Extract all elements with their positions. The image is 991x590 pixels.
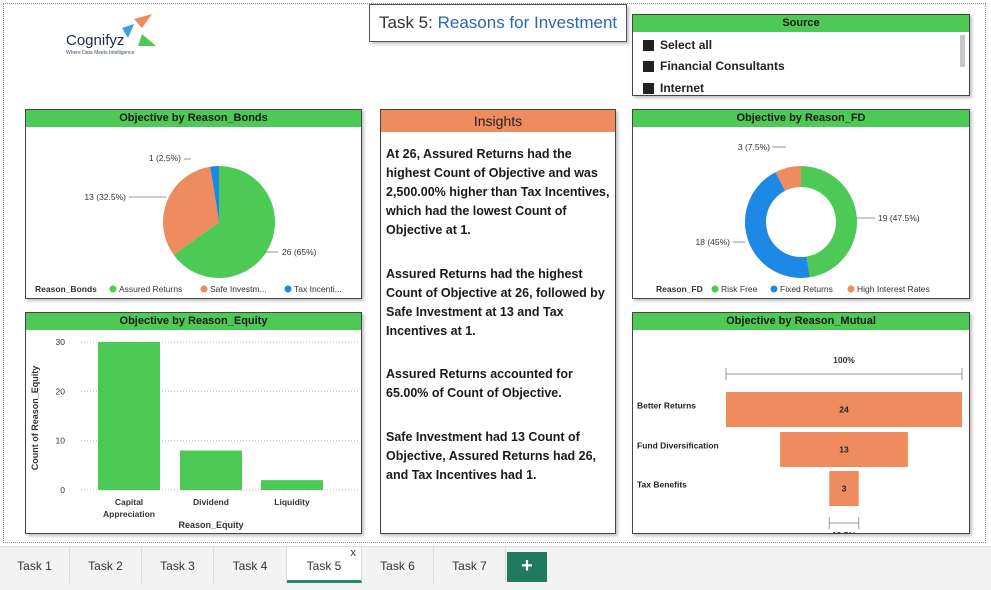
funnel-category-label: Fund Diversification <box>637 441 719 451</box>
bar <box>261 480 323 490</box>
tab-task-7[interactable]: Task 7 <box>434 547 506 583</box>
data-label: 26 (65%) <box>282 247 317 257</box>
x-tick-label: Appreciation <box>103 509 155 519</box>
title-main: Reasons for Investment <box>437 13 618 32</box>
legend-dot-icon <box>770 285 778 293</box>
page-title: Task 5: Reasons for Investment <box>369 4 627 42</box>
funnel-bottom-label: 12.5% <box>832 530 857 533</box>
funnel-value-label: 24 <box>839 405 849 415</box>
x-axis-title: Reason_Equity <box>178 520 243 530</box>
cognifyz-logo: Cognifyz Where Data Meets Intelligence <box>62 14 162 60</box>
data-label: 19 (47.5%) <box>878 213 920 223</box>
insight-text: At 26, Assured Returns had the highest C… <box>386 147 610 237</box>
bar <box>180 450 242 490</box>
close-icon[interactable]: x <box>351 534 357 572</box>
funnel-value-label: 13 <box>839 445 849 455</box>
checkbox-icon[interactable] <box>643 82 654 94</box>
chart-title: Objective by Reason_Bonds <box>26 110 361 127</box>
legend-title: Reason_FD <box>656 284 703 294</box>
legend-dot-icon <box>284 285 292 293</box>
logo-tagline: Where Data Meets Intelligence <box>66 50 135 56</box>
slicer-item-internet[interactable]: Internet <box>643 81 704 95</box>
tab-label: Task 7 <box>452 559 487 573</box>
bonds-pie-svg: 26 (65%) 13 (32.5%) 1 (2.5%) Reason_Bonds As… <box>35 153 342 294</box>
slicer-item-label: Internet <box>660 81 705 95</box>
x-tick-label: Liquidity <box>274 497 310 507</box>
y-tick-label: 10 <box>56 436 66 446</box>
y-axis-title: Count of Reason_Equity <box>30 366 40 471</box>
tab-label: Task 2 <box>88 559 123 573</box>
tab-label: Task 3 <box>160 559 195 573</box>
y-tick-label: 30 <box>56 337 66 347</box>
insights-panel: Insights At 26, Assured Returns had the … <box>380 109 616 534</box>
slicer-item-select-all[interactable]: Select all <box>643 38 712 52</box>
pie-slice <box>801 166 858 278</box>
title-prefix: Task 5: <box>379 13 433 32</box>
equity-bar-svg: 0 10 20 30 Capital Appreciation Dividend Liquid… <box>30 337 358 530</box>
tab-task-2[interactable]: Task 2 <box>70 547 142 583</box>
source-slicer-header: Source <box>633 15 969 32</box>
bonds-pie-chart[interactable]: Objective by Reason_Bonds 26 (65%) 13 (32… <box>25 109 362 299</box>
chart-title: Objective by Reason_Equity <box>26 313 361 330</box>
legend-dot-icon <box>109 285 117 293</box>
tab-task-6[interactable]: Task 6 <box>362 547 434 583</box>
funnel-value-label: 3 <box>842 484 847 494</box>
insight-text: Assured Returns accounted for 65.00% of … <box>386 367 573 400</box>
insights-header: Insights <box>381 110 615 132</box>
source-slicer[interactable]: Source Select all Financial Consultants … <box>632 14 970 96</box>
legend-dot-icon <box>711 285 719 293</box>
legend-label: High Interest Rates <box>857 284 930 294</box>
legend-label: Safe Investm... <box>210 284 267 294</box>
legend-label: Fixed Returns <box>780 284 833 294</box>
logo-text: Cognifyz <box>66 32 125 49</box>
equity-bar-chart[interactable]: Objective by Reason_Equity 0 10 20 30 Capita… <box>25 312 362 534</box>
x-tick-label: Dividend <box>193 497 229 507</box>
slicer-item-label: Select all <box>660 38 713 52</box>
pie-slice <box>745 172 810 278</box>
insight-text: Assured Returns had the highest Count of… <box>386 267 605 338</box>
mutual-funnel-svg: 100% 24 Better Returns 13 Fund Diversificati… <box>637 355 963 540</box>
funnel-top-label: 100% <box>833 355 855 365</box>
checkbox-icon[interactable] <box>643 39 654 51</box>
funnel-category-label: Tax Benefits <box>637 480 687 490</box>
page-tab-bar: Task 1 Task 2 Task 3 Task 4 Task 5 x Tas… <box>0 546 991 590</box>
checkbox-icon[interactable] <box>643 60 654 72</box>
slicer-item-label: Financial Consultants <box>660 59 785 73</box>
bar <box>98 342 160 490</box>
x-tick-label: Capital <box>115 497 143 507</box>
tab-label: Task 4 <box>232 559 268 573</box>
y-tick-label: 0 <box>60 485 65 495</box>
tab-task-1[interactable]: Task 1 <box>0 547 70 583</box>
chart-title: Objective by Reason_FD <box>633 110 969 127</box>
y-tick-label: 20 <box>56 386 66 396</box>
legend-title: Reason_Bonds <box>35 284 97 294</box>
report-canvas: Cognifyz Where Data Meets Intelligence T… <box>3 3 986 543</box>
legend-dot-icon <box>200 285 208 293</box>
data-label: 3 (7.5%) <box>738 142 770 152</box>
tab-task-3[interactable]: Task 3 <box>142 547 214 583</box>
slicer-scrollbar[interactable] <box>960 35 965 67</box>
tab-label: Task 6 <box>380 559 415 573</box>
funnel-category-label: Better Returns <box>637 401 696 411</box>
legend-label: Tax Incenti... <box>294 284 342 294</box>
data-label: 13 (32.5%) <box>84 192 126 202</box>
fd-donut-chart[interactable]: Objective by Reason_FD 19 (47.5%) 18 (45%… <box>632 109 970 299</box>
data-label: 1 (2.5%) <box>149 153 181 163</box>
legend-label: Risk Free <box>721 284 758 294</box>
add-page-button[interactable]: + <box>507 552 547 582</box>
tab-label: Task 1 <box>17 559 52 573</box>
legend-label: Assured Returns <box>119 284 182 294</box>
mutual-funnel-chart[interactable]: Objective by Reason_Mutual 100% 24 Better … <box>632 312 970 540</box>
tab-label: Task 5 <box>306 559 342 573</box>
tab-task-5[interactable]: Task 5 x <box>287 547 362 583</box>
insight-text: Safe Investment had 13 Count of Objectiv… <box>386 430 597 482</box>
legend-dot-icon <box>847 285 855 293</box>
chart-title: Objective by Reason_Mutual <box>633 313 969 330</box>
slicer-item-financial-consultants[interactable]: Financial Consultants <box>643 59 785 73</box>
data-label: 18 (45%) <box>696 237 731 247</box>
tab-task-4[interactable]: Task 4 <box>214 547 287 583</box>
fd-donut-svg: 19 (47.5%) 18 (45%) 3 (7.5%) Reason_FD Risk … <box>656 142 930 294</box>
